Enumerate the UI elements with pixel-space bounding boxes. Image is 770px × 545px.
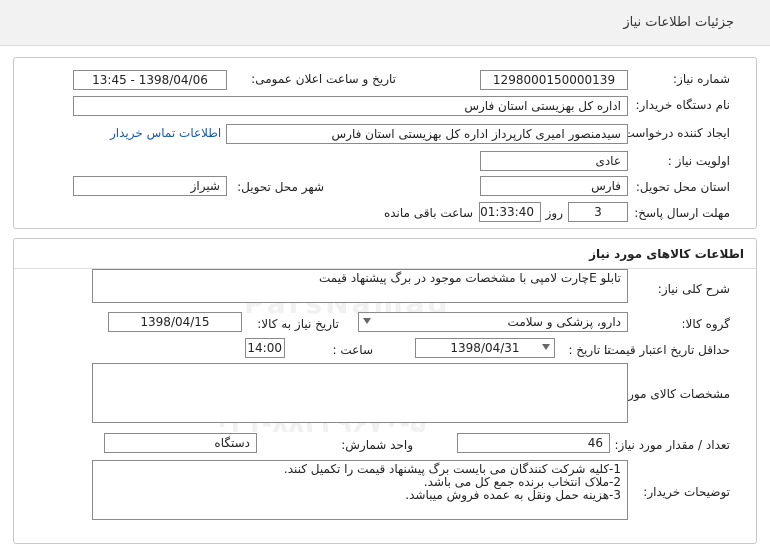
general-desc-label: شرح کلی نیاز: (657, 282, 730, 296)
unit-label: واحد شمارش: (341, 438, 413, 452)
min-validity-label: حداقل تاریخ اعتبار قیمت: (603, 343, 730, 357)
city-label: شهر محل تحویل: (237, 180, 324, 194)
goods-info-panel: اطلاعات کالاهای مورد نیاز ParsNamad پایگ… (13, 238, 757, 544)
goods-group-select[interactable]: دارو، پزشکی و سلامت (358, 312, 628, 332)
page-header: جزئیات اطلاعات نیاز (0, 0, 770, 46)
announce-label: تاریخ و ساعت اعلان عمومی: (251, 72, 396, 86)
province-label: استان محل تحویل: (635, 180, 730, 194)
deadline-time-field: 01:33:40 (479, 202, 541, 222)
need-date-field: 1398/04/15 (108, 312, 242, 332)
need-number-label: شماره نیاز: (673, 72, 730, 86)
priority-field: عادی (480, 151, 628, 171)
specs-field (92, 363, 628, 423)
priority-label: اولویت نیاز : (667, 154, 730, 168)
city-field: شیراز (73, 176, 227, 196)
buyer-notes-field: 1-کلیه شرکت کنندگان می بایست برگ پیشنهاد… (92, 460, 628, 520)
time-field: 14:00 (245, 338, 285, 358)
page-title: جزئیات اطلاعات نیاز (623, 15, 734, 30)
creator-label: ایجاد کننده درخواست: (619, 126, 730, 140)
buyer-field: اداره کل بهزیستی استان فارس (73, 96, 628, 116)
buyer-label: نام دستگاه خریدار: (635, 98, 731, 112)
time-label: ساعت : (332, 343, 373, 357)
deadline-label: مهلت ارسال پاسخ: (634, 206, 730, 220)
until-date-value: 1398/04/31 (450, 341, 520, 355)
general-desc-field: تابلو Eچارت لامپی با مشخصات موجود در برگ… (92, 269, 628, 303)
creator-field: سیدمنصور امیری کارپرداز اداره کل بهزیستی… (226, 124, 628, 144)
chevron-down-icon (363, 318, 371, 324)
goods-group-value: دارو، پزشکی و سلامت (507, 315, 621, 329)
buyer-note-line: 3-هزینه حمل ونقل به عمده فروش میباشد. (405, 488, 621, 502)
need-number-field: 1298000150000139 (480, 70, 628, 90)
goods-section-title: اطلاعات کالاهای مورد نیاز (589, 247, 744, 261)
buyer-contact-link[interactable]: اطلاعات تماس خریدار (110, 126, 221, 140)
announce-field: 1398/04/06 - 13:45 (73, 70, 227, 90)
until-date-label: تا تاریخ : (568, 343, 611, 357)
need-date-label: تاریخ نیاز به کالا: (257, 317, 339, 331)
quantity-label: تعداد / مقدار مورد نیاز: (614, 438, 730, 452)
need-info-panel: شماره نیاز: 1298000150000139 تاریخ و ساع… (13, 57, 757, 229)
remaining-label: ساعت باقی مانده (383, 206, 473, 220)
goods-group-label: گروه کالا: (681, 317, 731, 331)
until-date-field: 1398/04/31 (415, 338, 555, 358)
unit-field: دستگاه (104, 433, 257, 453)
quantity-field: 46 (457, 433, 610, 453)
deadline-days-field: 3 (568, 202, 628, 222)
chevron-down-icon (542, 344, 550, 350)
province-field: فارس (480, 176, 628, 196)
buyer-notes-label: توضیحات خریدار: (643, 485, 730, 499)
